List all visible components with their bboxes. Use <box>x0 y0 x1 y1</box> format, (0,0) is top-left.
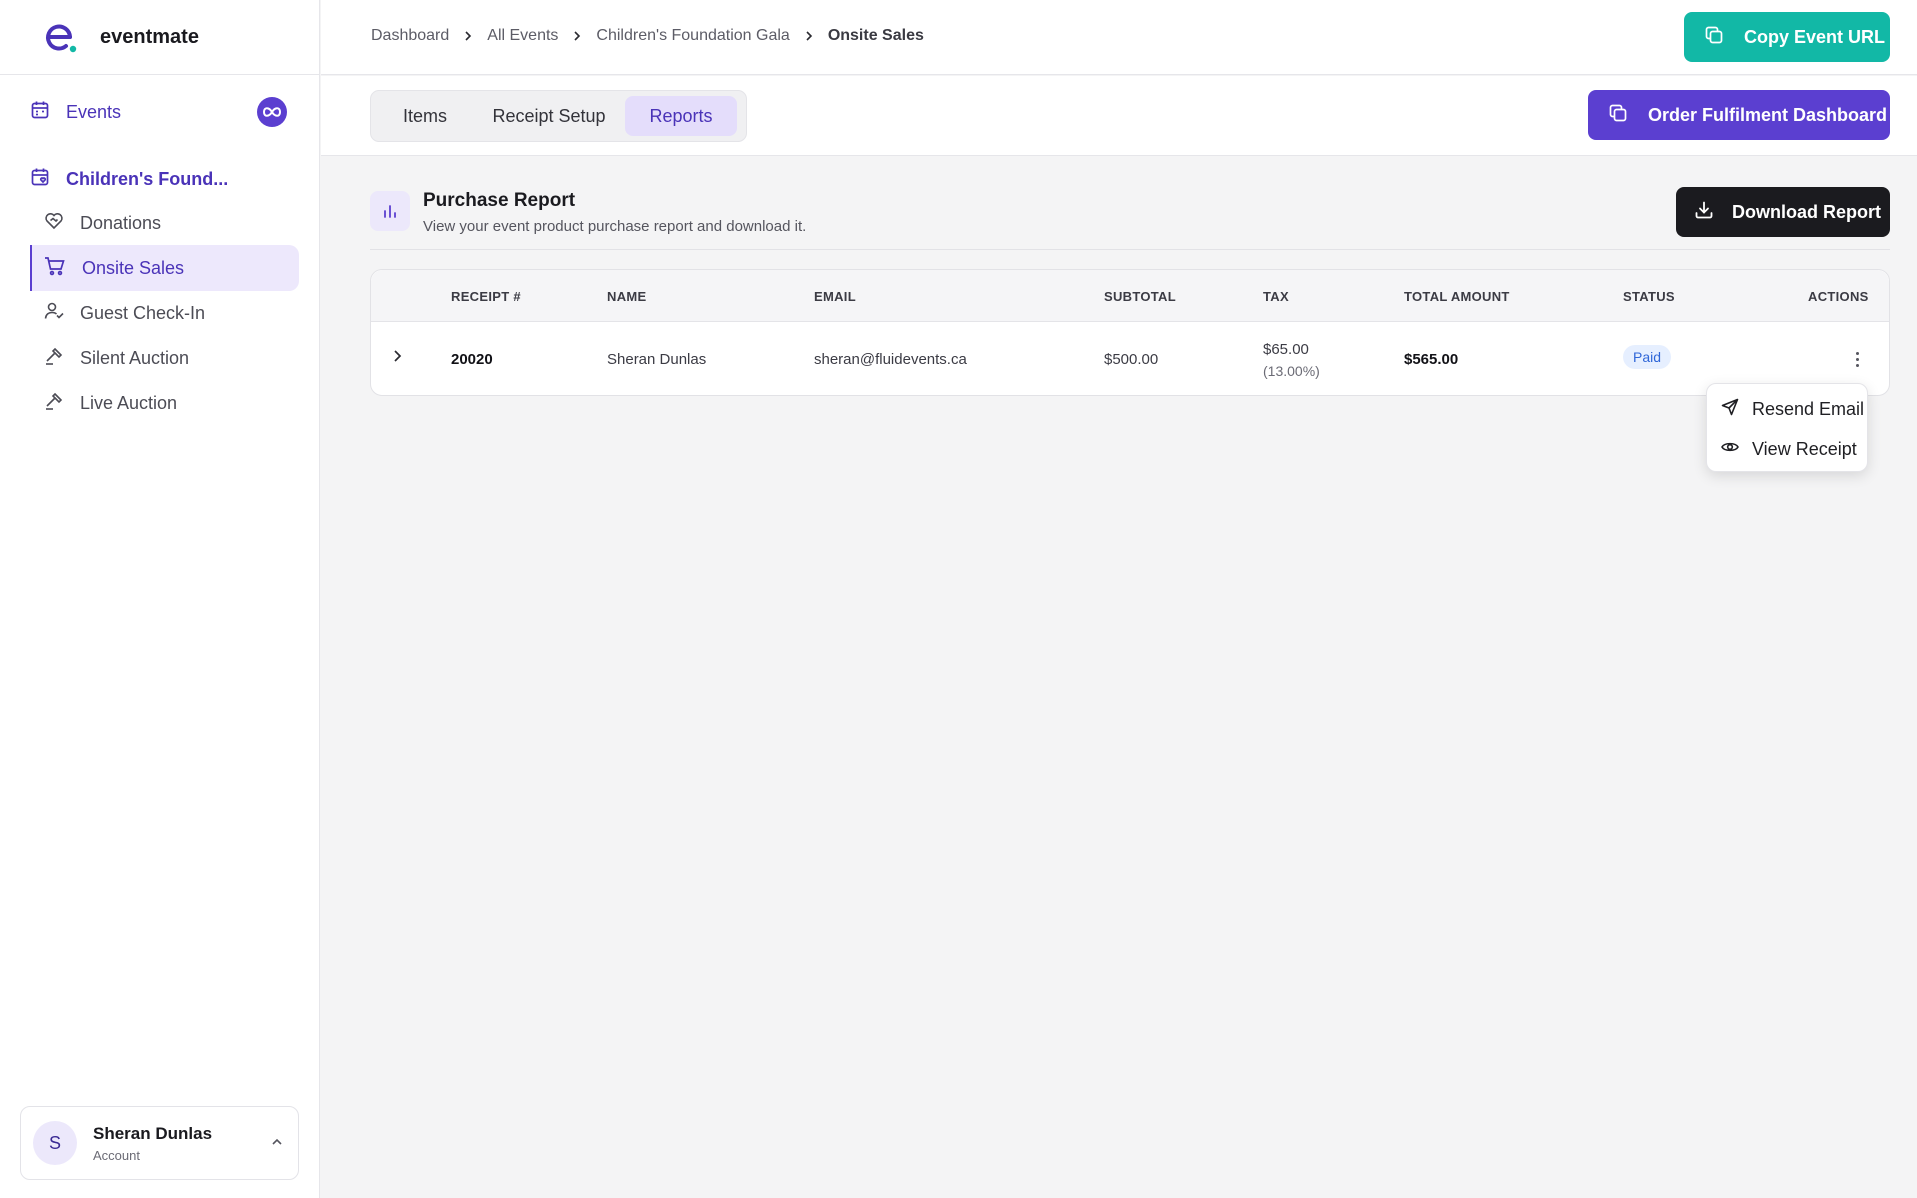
column-email: EMAIL <box>814 289 856 304</box>
sidebar: eventmate Events Children's Found... Don… <box>0 0 320 1198</box>
menu-item-resend-email[interactable]: Resend Email <box>1721 394 1864 424</box>
copy-event-url-label: Copy Event URL <box>1744 26 1886 47</box>
brand-name: eventmate <box>100 25 199 48</box>
tab-bar: Items Receipt Setup Reports Order Fulfil… <box>321 76 1917 156</box>
cell-receipt: 20020 <box>451 351 493 368</box>
copy-icon <box>1608 103 1628 128</box>
more-vertical-icon[interactable] <box>1847 347 1867 371</box>
sidebar-item-silent-auction[interactable]: Silent Auction <box>30 335 299 381</box>
cell-name: Sheran Dunlas <box>607 351 707 368</box>
bar-chart-icon <box>370 191 410 231</box>
cell-tax: $65.00 <box>1263 341 1309 358</box>
download-icon <box>1694 200 1714 225</box>
sidebar-item-label: Live Auction <box>80 392 178 413</box>
report-title: Purchase Report <box>423 190 576 211</box>
sidebar-item-donations[interactable]: Donations <box>30 200 299 246</box>
chevron-right-icon[interactable] <box>391 349 403 368</box>
sidebar-item-live-auction[interactable]: Live Auction <box>30 380 299 426</box>
actions-menu: Resend Email View Receipt <box>1706 383 1868 472</box>
gavel-icon <box>44 391 64 416</box>
cell-email: sheran@fluidevents.ca <box>814 351 967 368</box>
account-name: Sheran Dunlas <box>93 1123 213 1143</box>
tab-reports[interactable]: Reports <box>625 96 737 136</box>
column-receipt: RECEIPT # <box>451 289 521 304</box>
purchase-table: RECEIPT # NAME EMAIL SUBTOTAL TAX TOTAL … <box>370 269 1890 396</box>
chevron-right-icon <box>463 30 473 42</box>
account-text: Sheran Dunlas Account <box>93 1124 212 1163</box>
report-subtitle: View your event product purchase report … <box>423 218 807 235</box>
cell-total: $565.00 <box>1404 351 1459 368</box>
status-badge: Paid <box>1623 345 1672 369</box>
cell-subtotal: $500.00 <box>1104 351 1159 368</box>
menu-item-label: View Receipt <box>1752 438 1857 459</box>
sidebar-item-label: Guest Check-In <box>80 302 206 323</box>
avatar: S <box>33 1121 77 1165</box>
brand[interactable]: eventmate <box>0 0 319 75</box>
account-subtitle: Account <box>93 1147 140 1163</box>
menu-item-label: Resend Email <box>1752 398 1865 419</box>
table-row: 20020 Sheran Dunlas sheran@fluidevents.c… <box>371 323 1889 396</box>
table-header: RECEIPT # NAME EMAIL SUBTOTAL TAX TOTAL … <box>371 270 1889 322</box>
sidebar-item-label: Silent Auction <box>80 347 190 368</box>
column-actions: ACTIONS <box>1808 289 1869 304</box>
column-status: STATUS <box>1623 289 1675 304</box>
calendar-heart-icon <box>30 167 50 192</box>
column-name: NAME <box>607 289 647 304</box>
sidebar-item-onsite-sales[interactable]: Onsite Sales <box>30 245 299 291</box>
column-subtotal: SUBTOTAL <box>1104 289 1176 304</box>
top-bar: Dashboard All Events Children's Foundati… <box>321 0 1917 75</box>
download-report-label: Download Report <box>1732 201 1881 222</box>
breadcrumb-event[interactable]: Children's Foundation Gala <box>596 27 789 45</box>
infinity-icon[interactable] <box>257 97 287 127</box>
chevron-right-icon <box>804 30 814 42</box>
send-icon <box>1721 398 1739 421</box>
order-fulfilment-dashboard-label: Order Fulfilment Dashboard <box>1648 104 1888 125</box>
tab-receipt-setup[interactable]: Receipt Setup <box>473 96 625 136</box>
breadcrumb: Dashboard All Events Children's Foundati… <box>371 27 924 45</box>
calendar-icon <box>30 100 50 125</box>
user-check-icon <box>44 301 64 326</box>
breadcrumb-dashboard[interactable]: Dashboard <box>371 27 449 45</box>
sidebar-item-current-event[interactable]: Children's Found... <box>30 161 299 197</box>
order-fulfilment-dashboard-button[interactable]: Order Fulfilment Dashboard <box>1588 90 1890 140</box>
chevron-up-icon[interactable] <box>270 1135 284 1154</box>
sidebar-item-label: Donations <box>80 212 162 233</box>
eventmate-logo-icon <box>40 17 80 57</box>
download-report-button[interactable]: Download Report <box>1676 187 1890 237</box>
breadcrumb-current: Onsite Sales <box>827 27 924 44</box>
report-header: Purchase Report View your event product … <box>370 186 1890 250</box>
tabs: Items Receipt Setup Reports <box>370 90 747 142</box>
account-menu[interactable]: S Sheran Dunlas Account <box>20 1106 299 1180</box>
breadcrumb-all-events[interactable]: All Events <box>487 27 558 45</box>
cell-tax-rate: (13.00%) <box>1263 363 1320 379</box>
column-total-amount: TOTAL AMOUNT <box>1404 289 1510 304</box>
menu-item-view-receipt[interactable]: View Receipt <box>1721 434 1857 464</box>
sidebar-item-label: Events <box>66 101 122 122</box>
sidebar-item-label: Onsite Sales <box>82 257 185 278</box>
gavel-icon <box>44 346 64 371</box>
sidebar-item-guest-check-in[interactable]: Guest Check-In <box>30 290 299 336</box>
sidebar-item-events[interactable]: Events <box>30 94 287 130</box>
chevron-right-icon <box>572 30 582 42</box>
copy-event-url-button[interactable]: Copy Event URL <box>1684 12 1890 62</box>
eye-icon <box>1721 438 1739 461</box>
copy-icon <box>1704 25 1724 50</box>
cart-icon <box>44 256 66 281</box>
sidebar-event-name: Children's Found... <box>66 168 229 189</box>
column-tax: TAX <box>1263 289 1289 304</box>
heart-handshake-icon <box>44 211 64 236</box>
tab-items[interactable]: Items <box>377 96 473 136</box>
